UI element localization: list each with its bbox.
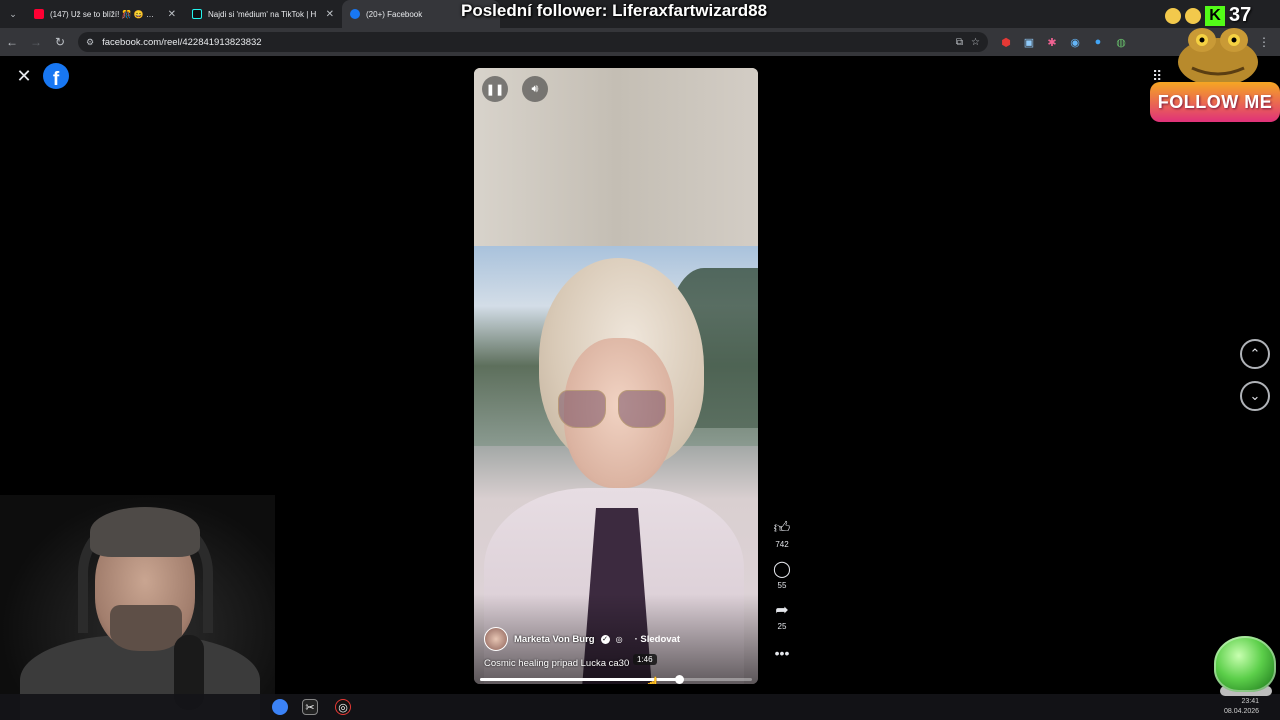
extension-people-icon[interactable]: ◉ <box>1067 34 1083 50</box>
reload-icon[interactable]: ↻ <box>48 28 72 56</box>
extension-pink-icon[interactable]: ✱ <box>1044 34 1060 50</box>
tab-label: Najdi si 'médium' na TikTok | H <box>208 9 317 19</box>
extensions-bar: ⬢ ▣ ✱ ◉ ● ◍ <box>998 34 1129 50</box>
comment-action[interactable]: ◯ 55 <box>773 561 791 590</box>
taskbar-app-icon[interactable] <box>272 699 288 715</box>
back-icon[interactable]: ← <box>0 28 24 56</box>
tab-label: (147) Už se to blíží! 🎊 😄 🥚 #co <box>50 9 162 19</box>
facebook-favicon-icon <box>350 9 360 19</box>
like-action[interactable]: 👍︎ 742 <box>774 520 791 549</box>
video-progress-bar[interactable] <box>480 675 752 684</box>
tab-youtube[interactable]: (147) Už se to blíží! 🎊 😄 🥚 #co ✕ <box>26 0 184 28</box>
previous-reel-chevron-up-icon[interactable]: ⌃ <box>1240 339 1270 369</box>
extension-circle-icon[interactable]: ● <box>1090 34 1106 50</box>
screen: ⌄ (147) Už se to blíží! 🎊 😄 🥚 #co ✕ Najd… <box>0 0 1280 720</box>
webcam-hair <box>90 507 200 557</box>
facebook-logo-icon[interactable]: f <box>43 63 69 89</box>
menu-grid-icon[interactable]: ⠿ <box>1152 68 1162 85</box>
reel-author: Marketa Von Burg ✓ ◎ · Sledovat <box>484 627 680 651</box>
taskbar-capcut-icon[interactable]: ✂ <box>302 699 318 715</box>
share-action[interactable]: ➦ 25 <box>775 602 788 631</box>
mouse-pointer-icon: ☝ <box>644 676 662 684</box>
follow-button[interactable]: · Sledovat <box>635 634 680 645</box>
share-count: 25 <box>777 622 787 631</box>
browser-toolbar: ← → ↻ ⚙ facebook.com/reel/42284191382383… <box>0 28 1280 56</box>
like-count: 742 <box>775 540 789 549</box>
more-options-icon[interactable]: ••• <box>775 645 790 661</box>
sunglasses-left <box>558 390 606 428</box>
author-avatar[interactable] <box>484 627 508 651</box>
share-arrow-icon[interactable]: ➦ <box>775 602 788 620</box>
tab-search-icon[interactable]: ⌄ <box>0 0 26 28</box>
youtube-icon <box>34 9 44 19</box>
tiktok-icon <box>192 9 202 19</box>
pause-icon[interactable]: ❚❚ <box>482 76 508 102</box>
reel-actions: 👍︎ 742 ◯ 55 ➦ 25 ••• <box>764 520 800 661</box>
reel-navigation: ⌃ ⌄ <box>1240 339 1270 411</box>
streamer-webcam <box>0 495 275 720</box>
comment-bubble-icon[interactable]: ◯ <box>773 561 791 579</box>
comment-count: 55 <box>777 581 787 590</box>
last-follower-overlay: Poslední follower: Liferaxfartwizard88 <box>461 1 768 20</box>
url-text: facebook.com/reel/422841913823832 <box>102 36 262 48</box>
install-app-icon[interactable]: ⧉ <box>956 37 963 48</box>
globe-icon: ◎ <box>615 634 623 644</box>
webcam-beard <box>110 605 182 651</box>
video-curtain <box>474 68 758 246</box>
bookmark-star-icon[interactable]: ☆ <box>971 37 980 48</box>
next-reel-chevron-down-icon[interactable]: ⌄ <box>1240 381 1270 411</box>
extension-red-icon[interactable]: ⬢ <box>998 34 1014 50</box>
close-tab-icon[interactable]: ✕ <box>326 9 334 20</box>
taskbar-clock[interactable]: 23:41 08.04.2026 <box>1224 697 1259 717</box>
seek-time-tooltip: 1:46 <box>633 654 657 665</box>
extension-blue-icon[interactable]: ▣ <box>1021 34 1037 50</box>
clock-date: 08.04.2026 <box>1224 708 1260 715</box>
reel-caption[interactable]: Cosmic healing pripad Lucka ca30 <box>484 658 629 669</box>
thumbs-up-icon[interactable]: 👍︎ <box>774 520 791 538</box>
tab-tiktok[interactable]: Najdi si 'médium' na TikTok | H ✕ <box>184 0 342 28</box>
author-name[interactable]: Marketa Von Burg <box>514 634 595 645</box>
sunglasses-right <box>618 390 666 428</box>
follow-me-badge: FOLLOW ME <box>1150 82 1280 122</box>
taskbar <box>0 694 1280 720</box>
toad-mascot-icon <box>1178 28 1258 86</box>
reel-video[interactable]: ❚❚ 🔊︎ Marketa Von Burg ✓ ◎ · Sledovat Co… <box>474 68 758 684</box>
close-reel-icon[interactable]: ✕ <box>14 66 34 86</box>
address-bar[interactable]: ⚙ facebook.com/reel/422841913823832 ⧉ ☆ <box>78 32 988 52</box>
extension-color-icon[interactable]: ◍ <box>1113 34 1129 50</box>
green-orb-decoration <box>1214 636 1276 692</box>
clock-time: 23:41 <box>1241 698 1260 705</box>
verified-badge-icon: ✓ <box>600 634 610 644</box>
close-tab-icon[interactable]: ✕ <box>168 9 176 20</box>
video-progress-knob[interactable] <box>674 675 684 684</box>
volume-icon[interactable]: 🔊︎ <box>522 76 548 102</box>
site-info-icon[interactable]: ⚙ <box>86 37 94 48</box>
forward-icon[interactable]: → <box>24 28 48 56</box>
taskbar-obs-icon[interactable]: ◎ <box>335 699 351 715</box>
